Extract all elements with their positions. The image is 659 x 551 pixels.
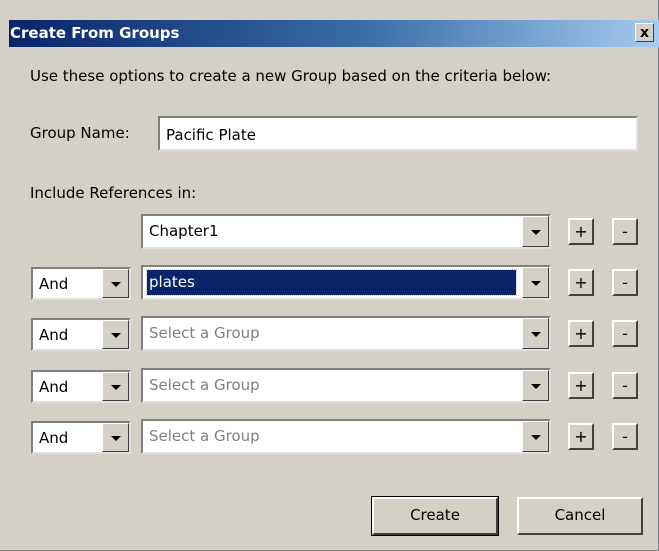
chevron-down-icon[interactable] [522, 318, 549, 349]
add-row-button[interactable]: + [568, 218, 594, 245]
include-references-label: Include References in: [30, 184, 197, 202]
chevron-down-icon[interactable] [102, 423, 129, 452]
group-select-2[interactable]: plates [141, 265, 551, 300]
remove-row-button[interactable]: - [612, 218, 638, 245]
group-select-value: plates [146, 269, 517, 296]
group-select-4[interactable]: Select a Group [141, 368, 551, 403]
title-bar[interactable]: Create From Groups x [9, 20, 659, 47]
group-select-3[interactable]: Select a Group [141, 316, 551, 351]
remove-row-button[interactable]: - [612, 269, 638, 296]
group-select-value: Chapter1 [149, 222, 219, 240]
cancel-button[interactable]: Cancel [517, 497, 643, 535]
group-select-1[interactable]: Chapter1 [141, 214, 551, 249]
chevron-down-icon[interactable] [102, 269, 129, 298]
add-row-button[interactable]: + [568, 372, 594, 399]
operator-value: And [39, 378, 69, 396]
operator-select-3[interactable]: And [31, 318, 131, 351]
operator-select-2[interactable]: And [31, 267, 131, 300]
chevron-down-icon[interactable] [522, 216, 549, 247]
remove-row-button[interactable]: - [612, 423, 638, 450]
group-name-label: Group Name: [30, 124, 130, 142]
chevron-down-icon[interactable] [102, 372, 129, 401]
remove-row-button[interactable]: - [612, 372, 638, 399]
operator-value: And [39, 275, 69, 293]
chevron-down-icon[interactable] [102, 320, 129, 349]
create-button[interactable]: Create [371, 496, 499, 536]
group-select-placeholder: Select a Group [149, 324, 260, 342]
close-icon[interactable]: x [635, 23, 654, 42]
group-select-5[interactable]: Select a Group [141, 419, 551, 454]
chevron-down-icon[interactable] [522, 267, 549, 298]
group-select-placeholder: Select a Group [149, 376, 260, 394]
remove-row-button[interactable]: - [612, 320, 638, 347]
add-row-button[interactable]: + [568, 423, 594, 450]
operator-select-5[interactable]: And [31, 421, 131, 454]
add-row-button[interactable]: + [568, 320, 594, 347]
group-name-field[interactable]: Pacific Plate [158, 116, 638, 151]
operator-value: And [39, 429, 69, 447]
operator-select-4[interactable]: And [31, 370, 131, 403]
chevron-down-icon[interactable] [522, 421, 549, 452]
operator-value: And [39, 326, 69, 344]
dialog-title: Create From Groups [10, 24, 180, 42]
chevron-down-icon[interactable] [522, 370, 549, 401]
group-select-placeholder: Select a Group [149, 427, 260, 445]
create-from-groups-dialog: Create From Groups x Use these options t… [0, 0, 659, 551]
add-row-button[interactable]: + [568, 269, 594, 296]
instructions-text: Use these options to create a new Group … [30, 67, 552, 85]
